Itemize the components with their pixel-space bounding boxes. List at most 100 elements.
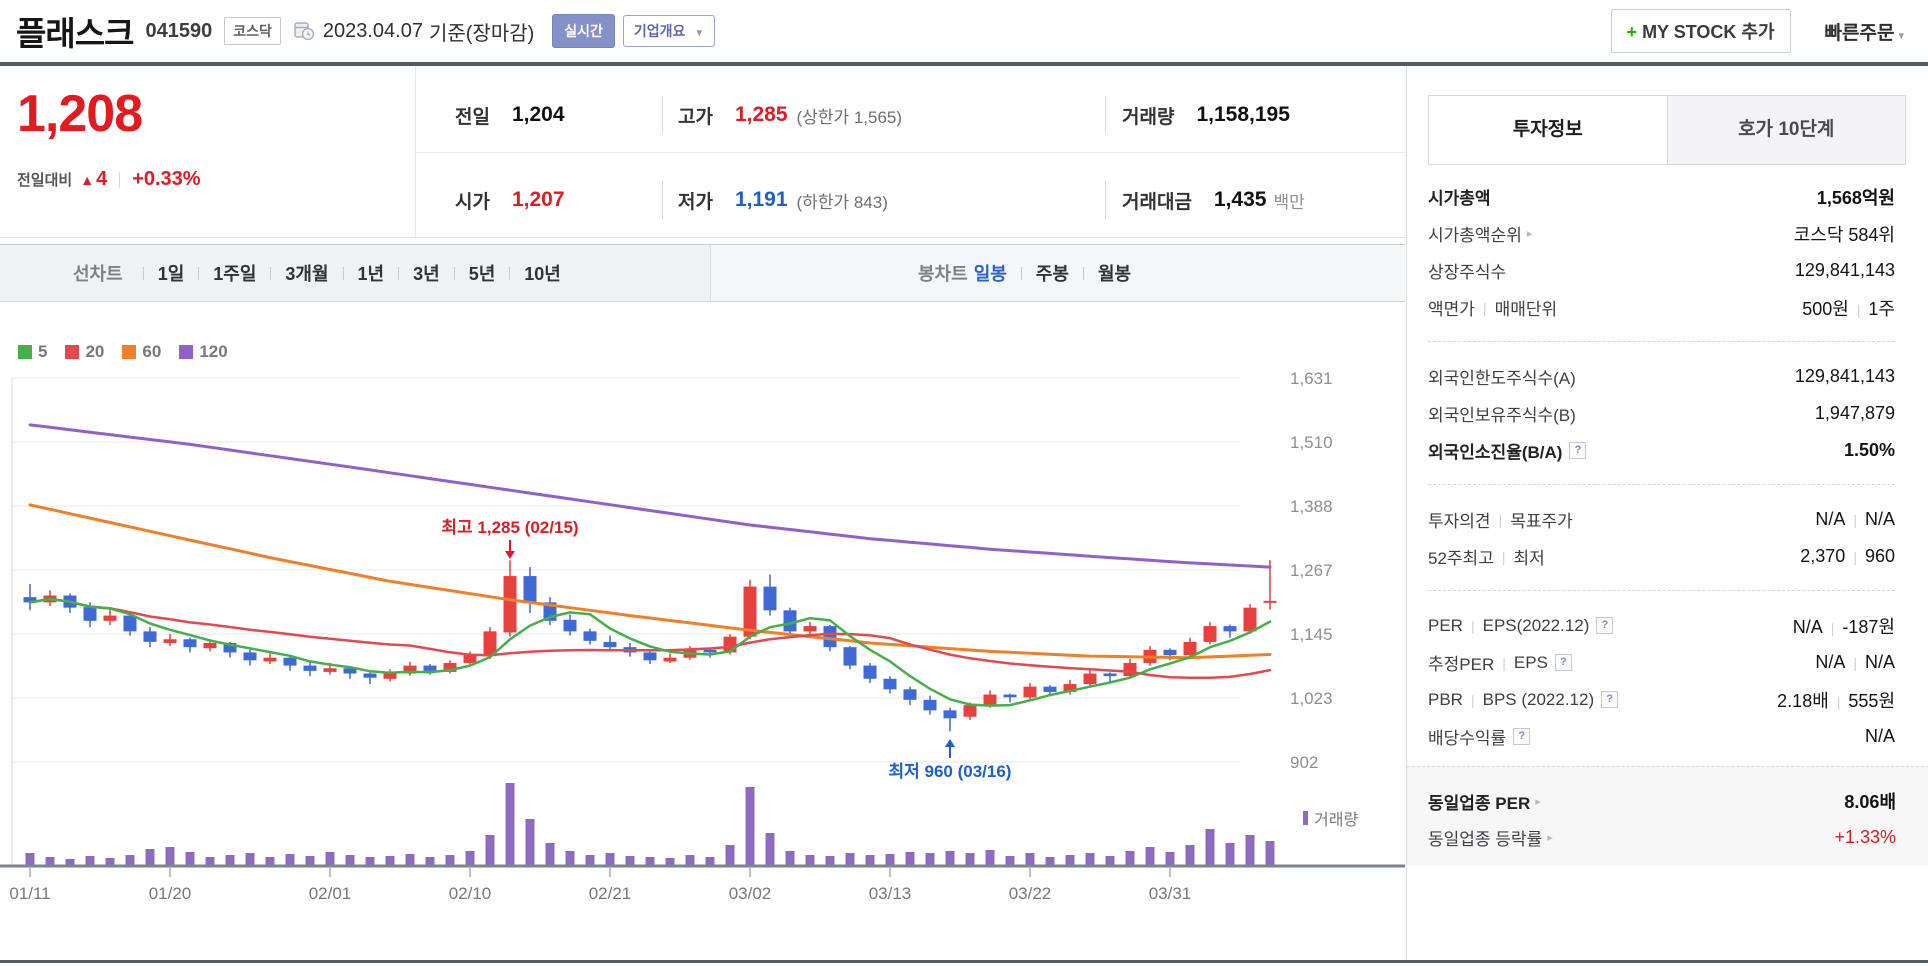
dashed-divider bbox=[1428, 484, 1895, 485]
market-close-clock-icon bbox=[293, 20, 315, 42]
volume-bar bbox=[945, 851, 955, 865]
info-label[interactable]: 시가총액순위 ▸ bbox=[1428, 221, 1532, 246]
volume-bar bbox=[1005, 856, 1015, 865]
info-row: 추정PER | EPS? N/A | N/A bbox=[1407, 644, 1928, 681]
section-bottom-rule bbox=[0, 960, 1928, 963]
info-label: 상장주식수 bbox=[1428, 258, 1506, 283]
candle bbox=[983, 694, 997, 706]
candle bbox=[1023, 686, 1037, 698]
realtime-button[interactable]: 실시간 bbox=[552, 14, 615, 48]
company-overview-label: 기업개요 bbox=[633, 23, 686, 39]
help-icon[interactable]: ? bbox=[1601, 691, 1619, 708]
candle bbox=[1223, 626, 1237, 632]
add-my-stock-button[interactable]: + MY STOCK 추가 bbox=[1610, 9, 1791, 53]
volume-bar bbox=[785, 851, 795, 865]
tab-3년[interactable]: 3년 bbox=[413, 260, 440, 286]
value-text: 129,841,143 bbox=[1794, 260, 1895, 280]
info-label: 액면가 | 매매단위 bbox=[1428, 295, 1557, 320]
divider: | bbox=[1830, 619, 1835, 636]
candle bbox=[1183, 641, 1197, 656]
page-title: 플래스크 bbox=[16, 15, 134, 52]
tab-10년[interactable]: 10년 bbox=[524, 260, 561, 286]
help-icon[interactable]: ? bbox=[1569, 442, 1587, 459]
my-stock-label: MY STOCK 추가 bbox=[1642, 22, 1775, 42]
help-icon[interactable]: ? bbox=[1554, 654, 1572, 671]
info-row: 시가총액순위 ▸ 코스닥 584위 bbox=[1407, 215, 1928, 252]
info-value: 8.06배 bbox=[1844, 788, 1896, 814]
tab-주봉[interactable]: 주봉 bbox=[1036, 260, 1069, 286]
candle bbox=[663, 657, 677, 662]
tab-월봉[interactable]: 월봉 bbox=[1098, 260, 1131, 286]
tab-투자정보[interactable]: 투자정보 bbox=[1428, 95, 1668, 165]
volume-bar bbox=[605, 853, 615, 865]
volume-bar bbox=[965, 853, 975, 865]
y-axis-label: 1,510 bbox=[1290, 433, 1333, 452]
volume-bar bbox=[905, 852, 915, 865]
info-label[interactable]: 동일업종 등락률 ▸ bbox=[1428, 825, 1553, 850]
quick-order-link[interactable]: 빠른주문 ▾ bbox=[1825, 18, 1904, 45]
candle bbox=[1003, 694, 1017, 698]
tab-1년[interactable]: 1년 bbox=[358, 260, 385, 286]
prev-close-label: 전일 bbox=[455, 106, 490, 128]
info-row: 외국인소진율(B/A)? 1.50% bbox=[1407, 432, 1928, 469]
volume-bar bbox=[1245, 835, 1255, 865]
candle bbox=[523, 576, 537, 603]
company-overview-button[interactable]: 기업개요 ▼ bbox=[622, 15, 716, 47]
x-axis-label: 01/11 bbox=[9, 884, 50, 903]
tab-선차트[interactable]: 선차트 bbox=[73, 260, 123, 286]
tab-5년[interactable]: 5년 bbox=[469, 260, 496, 286]
label-text: 52주최고 bbox=[1428, 549, 1494, 568]
label-text-2: BPS (2022.12) bbox=[1482, 689, 1595, 709]
tab-1주일[interactable]: 1주일 bbox=[213, 260, 256, 286]
x-axis-label: 02/10 bbox=[449, 884, 492, 903]
info-value: 129,841,143 bbox=[1795, 366, 1895, 387]
value-text-2: N/A bbox=[1864, 652, 1895, 672]
candle bbox=[563, 619, 577, 632]
volume-bar bbox=[85, 856, 95, 865]
divider bbox=[342, 266, 344, 280]
x-axis-label: 01/20 bbox=[149, 884, 192, 903]
open-label: 시가 bbox=[455, 191, 490, 213]
volume-label: 거래량 bbox=[1122, 106, 1175, 128]
info-label[interactable]: 동일업종 PER ▸ bbox=[1428, 789, 1541, 814]
candle bbox=[1203, 626, 1217, 642]
info-label: 배당수익률? bbox=[1428, 724, 1531, 749]
high-cell: 고가 1,285 (상한가 1,565) bbox=[678, 92, 902, 138]
tab-1일[interactable]: 1일 bbox=[158, 260, 185, 286]
candle bbox=[143, 631, 157, 642]
amount-cell: 거래대금 1,435 백만 bbox=[1122, 177, 1305, 223]
divider bbox=[1105, 181, 1106, 219]
divider: | bbox=[1856, 301, 1861, 318]
candle bbox=[963, 705, 977, 717]
label-text: 동일업종 PER bbox=[1428, 793, 1531, 813]
candle bbox=[583, 631, 597, 641]
volume-bar bbox=[885, 854, 895, 865]
divider: | bbox=[1853, 512, 1857, 528]
info-value: N/A bbox=[1865, 726, 1895, 747]
x-axis-label: 02/01 bbox=[309, 884, 352, 903]
y-axis-label: 902 bbox=[1290, 753, 1318, 772]
volume-bar bbox=[145, 849, 155, 865]
help-icon[interactable]: ? bbox=[1513, 728, 1531, 745]
info-value: 129,841,143 bbox=[1795, 260, 1895, 281]
candle bbox=[1083, 673, 1097, 685]
info-row: 상장주식수 129,841,143 bbox=[1407, 252, 1928, 289]
quote-basis: 기준(장마감) bbox=[428, 22, 535, 45]
candle bbox=[783, 610, 797, 632]
tab-봉차트: 봉차트 bbox=[918, 264, 968, 284]
volume-bar bbox=[685, 855, 695, 865]
volume-bar bbox=[265, 857, 275, 865]
tab-3개월[interactable]: 3개월 bbox=[285, 260, 328, 286]
divider bbox=[453, 266, 455, 280]
tab-호가 10단계[interactable]: 호가 10단계 bbox=[1667, 95, 1906, 165]
info-value: 2,370 | 960 bbox=[1800, 546, 1895, 567]
help-icon[interactable]: ? bbox=[1596, 617, 1614, 634]
tab-일봉[interactable]: 일봉 bbox=[974, 260, 1007, 286]
high-value: 1,285 bbox=[734, 103, 788, 126]
value-text: N/A bbox=[1815, 652, 1846, 672]
candle bbox=[363, 673, 377, 678]
x-axis-label: 03/31 bbox=[1149, 884, 1192, 903]
volume-bar bbox=[105, 858, 115, 865]
chart-tabbar: 선차트 1일 1주일 3개월 1년 3년 5년 10년 봉차트 일봉 주봉 월봉 bbox=[0, 244, 1405, 302]
candle bbox=[1243, 607, 1257, 632]
